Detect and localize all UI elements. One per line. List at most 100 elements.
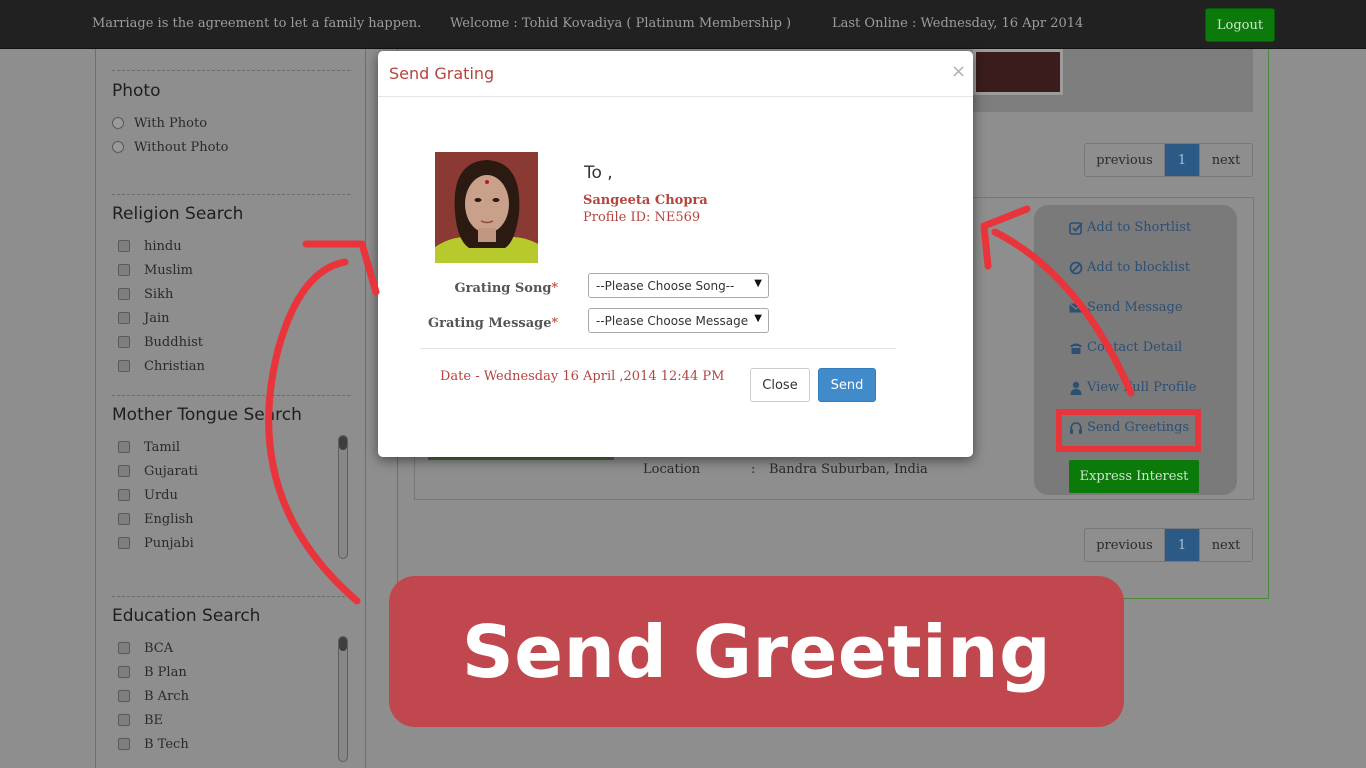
required-mark: *	[551, 281, 559, 296]
checkbox[interactable]	[118, 714, 130, 726]
search-sidebar: Photo With Photo Without Photo Religion …	[95, 49, 366, 768]
photo-option-with[interactable]: With Photo	[112, 111, 350, 135]
next-page-button[interactable]: next	[1199, 144, 1252, 176]
checkbox[interactable]	[118, 666, 130, 678]
song-field-label: Grating Song*	[438, 281, 559, 296]
mother-tongue-option[interactable]: Punjabi	[112, 531, 350, 555]
top-bar: Marriage is the agreement to let a famil…	[0, 0, 1366, 49]
label-text: Grating Song	[454, 281, 552, 296]
option-label: English	[144, 511, 194, 527]
send-button[interactable]: Send	[818, 368, 876, 402]
religion-option[interactable]: Christian	[112, 354, 350, 378]
checkbox[interactable]	[118, 537, 130, 549]
education-option[interactable]: BE	[112, 708, 350, 732]
scrollbar-thumb[interactable]	[339, 637, 347, 651]
message-field-label: Grating Message*	[418, 316, 558, 331]
page-number-button[interactable]: 1	[1165, 144, 1199, 176]
education-scrollbar[interactable]	[338, 636, 348, 762]
mother-tongue-option[interactable]: English	[112, 507, 350, 531]
religion-option[interactable]: Muslim	[112, 258, 350, 282]
envelope-icon	[1069, 301, 1083, 315]
option-label: B Plan	[144, 664, 187, 680]
option-label: With Photo	[134, 115, 208, 131]
education-option[interactable]: B Plan	[112, 660, 350, 684]
checkbox[interactable]	[118, 336, 130, 348]
send-greeting-modal: Send Grating × To , Sangeeta Chopra Prof…	[378, 51, 973, 457]
checkbox[interactable]	[118, 288, 130, 300]
option-label: Urdu	[144, 487, 178, 503]
add-to-shortlist-link[interactable]: Add to Shortlist	[1069, 220, 1191, 235]
action-label: Send Message	[1087, 300, 1183, 315]
mother-tongue-option[interactable]: Gujarati	[112, 459, 350, 483]
divider	[112, 596, 350, 597]
close-icon[interactable]: ×	[951, 61, 966, 82]
mother-tongue-option[interactable]: Urdu	[112, 483, 350, 507]
religion-option[interactable]: Buddhist	[112, 330, 350, 354]
option-label: Jain	[144, 310, 170, 326]
education-option[interactable]: BCA	[112, 636, 350, 660]
checkbox[interactable]	[118, 513, 130, 525]
song-select[interactable]: --Please Choose Song-- ▼	[588, 273, 769, 298]
scrollbar-thumb[interactable]	[339, 436, 347, 450]
profile-thumbnail[interactable]	[973, 49, 1063, 95]
mother-tongue-scrollbar[interactable]	[338, 435, 348, 559]
previous-page-button[interactable]: previous	[1085, 144, 1165, 176]
option-label: Christian	[144, 358, 205, 374]
divider	[112, 395, 350, 396]
radio-button[interactable]	[112, 141, 124, 153]
user-icon	[1069, 381, 1083, 395]
religion-option[interactable]: Sikh	[112, 282, 350, 306]
location-value: Bandra Suburban, India	[769, 462, 928, 477]
checkbox[interactable]	[118, 465, 130, 477]
checkbox[interactable]	[118, 264, 130, 276]
send-message-link[interactable]: Send Message	[1069, 300, 1183, 315]
checkbox[interactable]	[118, 441, 130, 453]
message-select[interactable]: --Please Choose Message ▼	[588, 308, 769, 333]
pagination-top: previous 1 next	[1084, 143, 1253, 177]
checkbox[interactable]	[118, 690, 130, 702]
select-value: --Please Choose Message	[596, 313, 749, 328]
religion-option[interactable]: Jain	[112, 306, 350, 330]
page-number-button[interactable]: 1	[1165, 529, 1199, 561]
previous-page-button[interactable]: previous	[1085, 529, 1165, 561]
view-full-profile-link[interactable]: View Full Profile	[1069, 380, 1196, 395]
photo-filter-section: Photo With Photo Without Photo	[112, 81, 350, 159]
education-option[interactable]: B Tech	[112, 732, 350, 756]
profile-actions-panel: Add to Shortlist Add to blocklist Send M…	[1034, 205, 1237, 495]
education-filter-section: Education Search BCA B Plan B Arch BE B …	[112, 606, 350, 756]
option-label: Punjabi	[144, 535, 194, 551]
checkbox[interactable]	[118, 738, 130, 750]
checkbox[interactable]	[118, 642, 130, 654]
radio-button[interactable]	[112, 117, 124, 129]
recipient-name: Sangeeta Chopra	[583, 193, 708, 208]
close-button[interactable]: Close	[750, 368, 810, 402]
send-greetings-link[interactable]: Send Greetings	[1069, 420, 1189, 435]
mother-tongue-option[interactable]: Tamil	[112, 435, 350, 459]
location-label: Location	[643, 462, 701, 477]
checkbox[interactable]	[118, 240, 130, 252]
divider	[112, 194, 350, 195]
phone-icon	[1069, 341, 1083, 355]
education-option[interactable]: B Arch	[112, 684, 350, 708]
contact-detail-link[interactable]: Contact Detail	[1069, 340, 1182, 355]
dropdown-arrow-icon: ▼	[754, 313, 762, 324]
divider	[112, 70, 350, 71]
checkbox[interactable]	[118, 360, 130, 372]
label-text: Grating Message	[428, 316, 552, 331]
option-label: Without Photo	[134, 139, 229, 155]
modal-header: Send Grating ×	[378, 51, 973, 97]
date-text: Date - Wednesday 16 April ,2014 12:44 PM	[440, 369, 725, 384]
photo-option-without[interactable]: Without Photo	[112, 135, 350, 159]
mother-tongue-filter-section: Mother Tongue Search Tamil Gujarati Urdu…	[112, 405, 350, 555]
add-to-blocklist-link[interactable]: Add to blocklist	[1069, 260, 1190, 275]
checkbox[interactable]	[118, 489, 130, 501]
action-label: Send Greetings	[1087, 420, 1190, 435]
option-label: Buddhist	[144, 334, 203, 350]
site-tagline: Marriage is the agreement to let a famil…	[92, 16, 422, 31]
logout-button[interactable]: Logout	[1205, 8, 1275, 42]
next-page-button[interactable]: next	[1199, 529, 1252, 561]
recipient-profile-id: Profile ID: NE569	[583, 210, 701, 225]
religion-option[interactable]: hindu	[112, 234, 350, 258]
checkbox[interactable]	[118, 312, 130, 324]
express-interest-button[interactable]: Express Interest	[1069, 460, 1199, 493]
